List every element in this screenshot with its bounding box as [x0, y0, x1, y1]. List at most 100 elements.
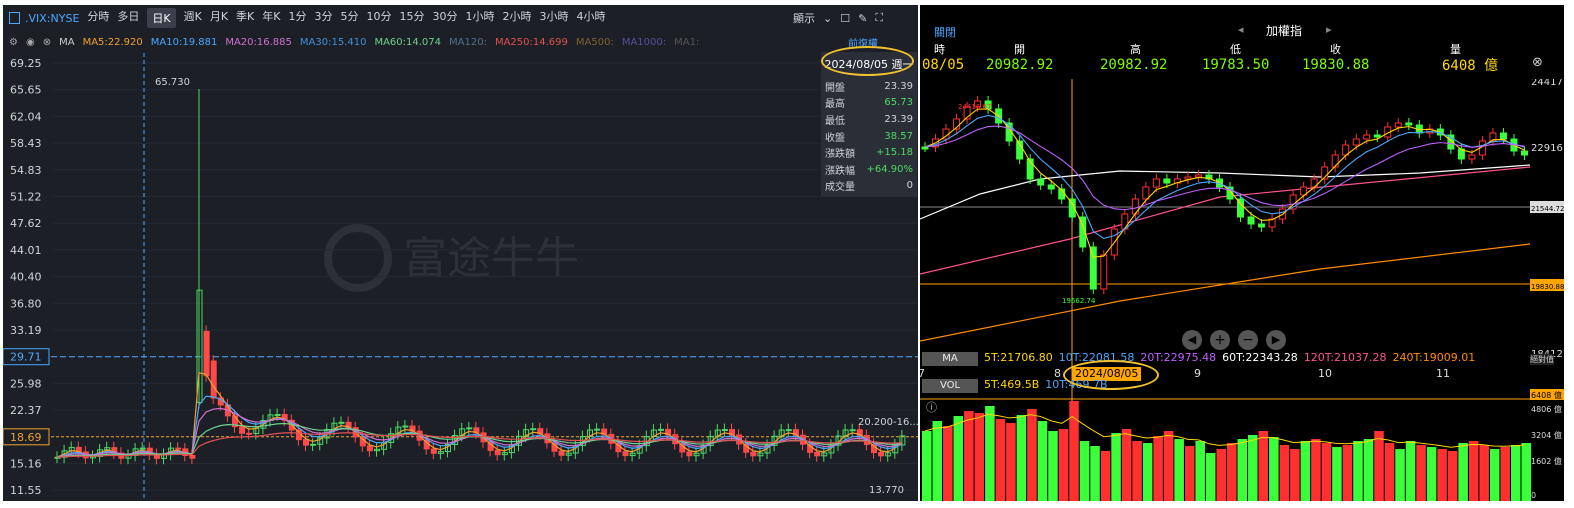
price-axis-label: 19830.88 [1531, 283, 1564, 291]
index-title: 加權指 [1266, 24, 1303, 38]
close-icon[interactable]: ⊗ [43, 37, 51, 48]
volume-bar [1184, 446, 1195, 501]
y-tick-label: 18.69 [10, 431, 42, 444]
vix-candlestick-chart[interactable]: 富途牛牛69.2565.6562.0458.4354.8351.2247.624… [3, 53, 918, 501]
candle-body [1047, 184, 1055, 190]
display-dropdown[interactable]: 顯示 [793, 10, 815, 26]
ma-legend-item: MA5:22.920 [82, 36, 143, 48]
volume-bar [1237, 439, 1248, 501]
interval-15[interactable]: 3小時 [539, 8, 568, 28]
candle-body [1142, 186, 1150, 200]
interval-1[interactable]: 多日 [117, 8, 139, 28]
scroll-left-icon[interactable]: ◀ [1182, 330, 1202, 350]
interval-9[interactable]: 5分 [340, 8, 358, 28]
interval-7[interactable]: 1分 [288, 8, 306, 28]
volume-bar [974, 413, 985, 501]
interval-12[interactable]: 30分 [432, 8, 457, 28]
panel-icon[interactable] [9, 12, 20, 24]
ohlc-values-row: 08/05 20982.92 20982.92 19783.50 19830.88 640… [920, 51, 1564, 79]
volume-bar [1079, 441, 1090, 501]
volume-bar [1016, 415, 1027, 501]
y-tick-label: 69.25 [10, 57, 42, 70]
info-icon[interactable]: ⓘ [926, 399, 937, 415]
candle-body [1373, 134, 1381, 138]
tooltip-key: 最高 [825, 99, 845, 111]
tooltip-row: 收盤 38.57 [821, 128, 917, 145]
interval-14[interactable]: 2小時 [502, 8, 531, 28]
candle-body [686, 451, 693, 457]
interval-16[interactable]: 4小時 [576, 8, 605, 28]
next-arrow-icon[interactable]: ▸ [1326, 23, 1332, 36]
ohlc-value: 20982.92 [986, 57, 1054, 73]
ma-value: 60T:22343.28 [1222, 351, 1298, 364]
volume-bar [1300, 441, 1311, 501]
settings-gear-icon[interactable]: ⚙ [9, 37, 18, 48]
candle-body [878, 452, 885, 457]
ma-indicator-label[interactable]: MA [59, 37, 74, 48]
symbol-label[interactable]: .VIX:NYSE [25, 12, 79, 25]
volume-bar [1500, 447, 1510, 501]
candle-body [1194, 174, 1202, 178]
volume-bar [1216, 449, 1226, 501]
volume-bar [1132, 441, 1142, 501]
volume-bar [985, 406, 995, 501]
candle-body [1037, 178, 1045, 186]
interval-3[interactable]: 週K [184, 8, 202, 28]
volume-bar [1363, 439, 1374, 501]
zoom-controls: ◀ + − ▶ [1182, 330, 1286, 350]
ma-legend-item: MA20:16.885 [225, 36, 292, 48]
layout-icon[interactable]: ☐ [840, 12, 850, 25]
interval-10[interactable]: 10分 [366, 8, 391, 28]
vol-axis-label: 6408 億 [1531, 390, 1562, 400]
tooltip-row: 成交量 0 [821, 178, 917, 195]
scroll-right-icon[interactable]: ▶ [1266, 330, 1286, 350]
date-highlight-oval [821, 46, 914, 76]
candle-body [1394, 122, 1402, 128]
volume-bar [1416, 445, 1426, 501]
candle-body [494, 449, 501, 456]
tooltip-row: 開盤 23.39 [821, 78, 917, 95]
interval-13[interactable]: 1小時 [465, 8, 494, 28]
ohlc-value: 20982.92 [1100, 57, 1168, 73]
prev-arrow-icon[interactable]: ◂ [1238, 23, 1244, 36]
taiex-candlestick-chart[interactable]: 244172291621544.7219830.881841224416.671… [920, 79, 1564, 501]
y-tick-label: 51.22 [10, 191, 42, 204]
vol-tag[interactable]: VOL [922, 379, 978, 393]
y-tick-label: 15.16 [10, 458, 42, 471]
zoom-in-icon[interactable]: + [1210, 330, 1230, 350]
interval-6[interactable]: 年K [262, 8, 280, 28]
eye-icon[interactable]: ◉ [26, 37, 35, 48]
tooltip-value: 38.57 [884, 130, 913, 142]
ma-tag[interactable]: MA [922, 352, 978, 366]
interval-2[interactable]: 日K [147, 8, 176, 28]
tooltip-row: 漲跌額 +15.18 [821, 144, 917, 161]
tooltip-key: 漲跌幅 [825, 165, 855, 177]
candle-body [430, 448, 437, 454]
candle-body [721, 429, 728, 432]
volume-bar [1100, 451, 1111, 501]
date-tick: 9 [1194, 367, 1201, 380]
interval-0[interactable]: 分時 [87, 8, 109, 28]
interval-5[interactable]: 季K [236, 8, 254, 28]
interval-8[interactable]: 3分 [314, 8, 332, 28]
fullscreen-icon[interactable]: ⛶ [875, 11, 883, 25]
y-tick-label: 65.65 [10, 84, 42, 97]
ohlc-value: 19783.50 [1202, 57, 1270, 73]
peak-label: 24416.67 [958, 103, 991, 111]
price-axis-label: 21544.72 [1531, 205, 1564, 213]
volume-bar [1058, 429, 1069, 501]
volume-bar [1111, 433, 1121, 501]
candle-body [210, 360, 217, 399]
interval-11[interactable]: 15分 [399, 8, 424, 28]
close-button[interactable]: 關閉 [934, 24, 956, 40]
draw-pen-icon[interactable]: ✎ [858, 12, 867, 25]
volume-bar [1090, 446, 1100, 501]
y-tick-label: 11.55 [10, 484, 42, 497]
range-label: 20.200-16... [858, 417, 918, 428]
ma240-line [920, 243, 1531, 342]
interval-4[interactable]: 月K [210, 8, 228, 28]
candle-body [849, 429, 856, 432]
zoom-out-icon[interactable]: − [1238, 330, 1258, 350]
candle-body [1258, 223, 1266, 228]
chevron-down-icon[interactable]: ⌄ [823, 12, 832, 25]
